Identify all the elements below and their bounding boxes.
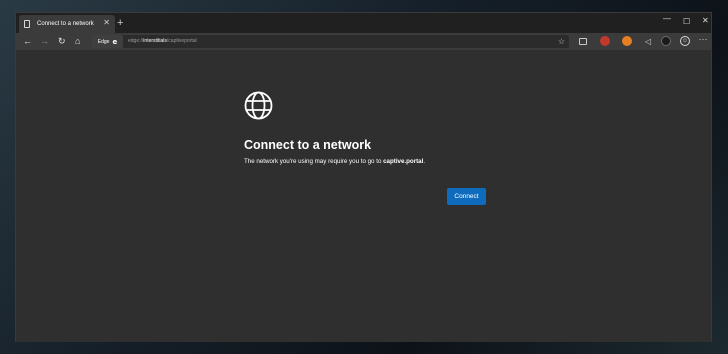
url-rest: /captiveportal [166,38,197,44]
identity-chip[interactable]: Edge e [92,35,123,48]
description-suffix: . [423,158,426,165]
feedback-smiley-icon[interactable]: ☺ [680,36,690,46]
url-scheme: edge:// [128,38,144,44]
connect-button[interactable]: Connect [447,188,486,205]
url-path: interstitials [143,38,167,44]
refresh-icon[interactable]: ↻ [58,35,66,47]
tab-connect-to-network[interactable]: Connect to a network ✕ [19,15,115,33]
extension-arrow-icon[interactable]: ◁ [643,36,653,46]
minimize-icon[interactable]: — [663,14,671,23]
browser-window: Connect to a network ✕ + — ☐ ✕ ← → ↻ ⌂ E… [15,12,712,342]
forward-icon[interactable]: → [40,35,49,47]
back-icon[interactable]: ← [23,35,32,47]
maximize-icon[interactable]: ☐ [683,17,690,26]
url-text[interactable]: edge://interstitials/captiveportal [128,38,197,44]
page-heading: Connect to a network [244,138,372,152]
tab-close-icon[interactable]: ✕ [103,18,110,27]
globe-icon [244,91,273,120]
extension-orange-icon[interactable] [622,36,632,46]
new-tab-icon[interactable]: + [117,15,123,31]
description-domain: captive.portal [383,158,424,165]
tab-title: Connect to a network [37,21,94,27]
identity-chip-label: Edge [97,38,110,45]
edge-logo-icon: e [112,37,118,46]
address-bar[interactable]: Edge e edge://interstitials/captiveporta… [92,35,569,48]
profile-avatar[interactable] [661,36,671,46]
title-bar: Connect to a network ✕ + — ☐ ✕ [16,13,711,33]
close-window-icon[interactable]: ✕ [702,16,709,25]
extension-red-icon[interactable] [600,36,610,46]
favorite-star-icon[interactable]: ☆ [558,35,565,48]
page-content: Connect to a network The network you're … [16,50,711,342]
settings-menu-icon[interactable]: ··· [698,34,708,44]
collections-icon[interactable] [579,38,587,45]
home-icon[interactable]: ⌂ [75,35,80,47]
navigation-toolbar: ← → ↻ ⌂ Edge e edge://interstitials/capt… [16,33,711,50]
page-icon [24,20,30,28]
page-description: The network you're using may require you… [244,158,425,165]
description-prefix: The network you're using may require you… [244,158,384,165]
